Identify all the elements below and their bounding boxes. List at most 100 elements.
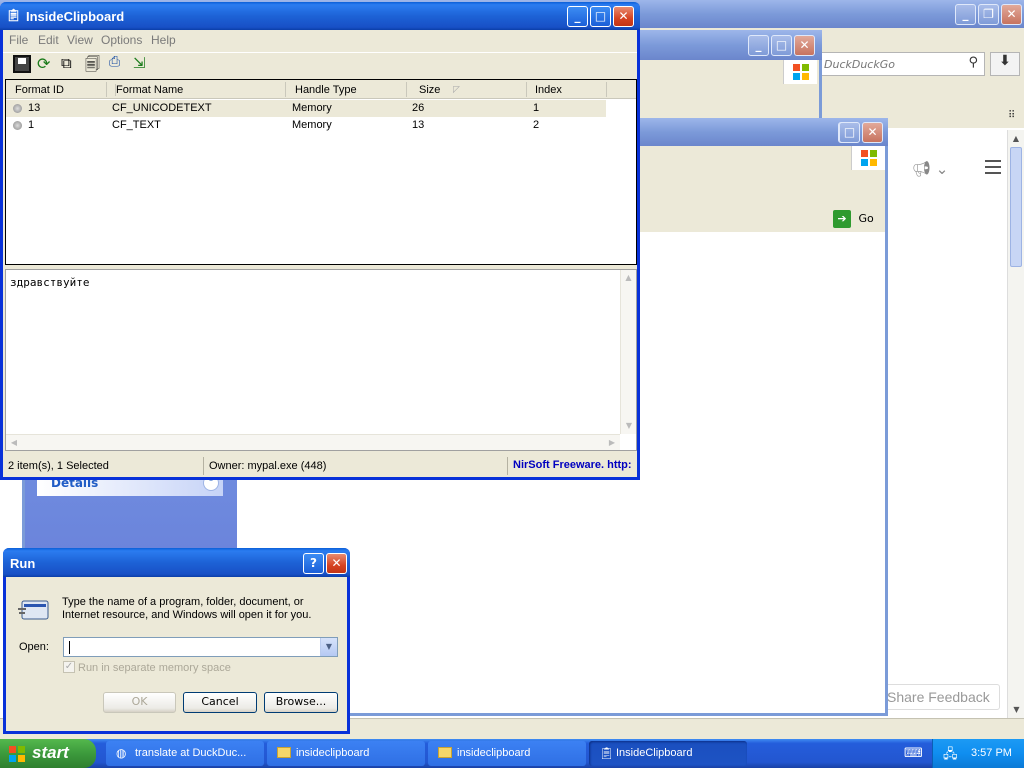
explorer-back-close-button[interactable]: ✕ — [794, 35, 815, 56]
status-bar: 2 item(s), 1 Selected Owner: mypal.exe (… — [3, 455, 637, 477]
explorer-mid-max-button[interactable]: □ — [839, 122, 860, 143]
share-feedback-button[interactable]: Share Feedback — [880, 684, 1000, 710]
column-size[interactable]: Size — [419, 84, 440, 96]
run-close-button[interactable]: ✕ — [326, 553, 347, 574]
open-dropdown-arrow-icon[interactable]: ▼ — [320, 638, 337, 656]
insideclipboard-titlebar: 📋︎ InsideClipboard — [0, 2, 640, 30]
header-divider — [406, 82, 407, 97]
column-handle-type[interactable]: Handle Type — [295, 84, 357, 96]
browse-button[interactable]: Browse... — [264, 692, 338, 713]
browse-label: Browse... — [275, 695, 327, 708]
hamburger-menu-icon[interactable] — [985, 160, 1001, 174]
scroll-down-arrow-icon[interactable]: ▼ — [621, 418, 637, 434]
cell-index: 1 — [533, 102, 540, 114]
start-button[interactable]: start — [0, 739, 96, 768]
clipboard-app-icon: 📋︎ — [599, 746, 615, 760]
search-icon[interactable]: ⚲ — [968, 55, 978, 70]
windows-flag-icon — [851, 146, 885, 170]
scroll-down-arrow-icon[interactable]: ▼ — [1008, 701, 1024, 718]
system-tray: 🖧 3:57 PM — [932, 739, 1024, 768]
go-arrow-icon: ➔ — [833, 210, 851, 228]
status-owner: Owner: mypal.exe (448) — [209, 460, 327, 472]
download-button[interactable]: ⬇ — [990, 52, 1020, 76]
megaphone-icon[interactable]: 📢︎ ⌄ — [912, 160, 948, 178]
windows-flag-icon — [8, 745, 26, 766]
run-description: Type the name of a program, folder, docu… — [62, 596, 312, 621]
share-feedback-label: Share Feedback — [887, 689, 990, 705]
browser-vertical-scrollbar[interactable]: ▲ ▼ — [1007, 130, 1024, 718]
taskbar-item[interactable]: insideclipboard — [267, 741, 425, 766]
cell-size: 13 — [412, 119, 425, 131]
column-format-id[interactable]: Format ID — [15, 84, 64, 96]
refresh-icon[interactable]: ⟳ — [37, 54, 50, 73]
menu-bar: File Edit View Options Help — [3, 30, 637, 50]
run-dialog: Run ? ✕ Type the name of a program, fold… — [3, 548, 350, 734]
explorer-mid-close-button[interactable]: ✕ — [862, 122, 883, 143]
scroll-thumb[interactable] — [1010, 147, 1022, 267]
network-icon[interactable]: 🖧 — [943, 745, 958, 767]
row-bullet-icon — [13, 104, 22, 113]
window-title: InsideClipboard — [26, 9, 125, 24]
browser-close-button[interactable]: ✕ — [1001, 4, 1022, 25]
table-row[interactable]: 1 CF_TEXT Memory 13 2 — [6, 117, 606, 134]
help-button[interactable]: ? — [303, 553, 324, 574]
explorer-back-minimize-button[interactable]: _ — [748, 35, 769, 56]
go-label: Go — [858, 212, 874, 225]
sort-indicator-icon: ◸ — [453, 84, 460, 94]
minimize-button[interactable]: _ — [567, 6, 588, 27]
taskbar-item-active[interactable]: 📋︎ InsideClipboard — [589, 741, 747, 766]
cell-format-id: 13 — [28, 102, 41, 114]
cell-handle-type: Memory — [292, 119, 332, 131]
browser-search-box[interactable]: DuckDuckGo ⚲ — [815, 52, 985, 76]
taskbar-item[interactable]: ◍ translate at DuckDuc... — [106, 741, 264, 766]
open-input[interactable]: ▼ — [63, 637, 338, 657]
column-index[interactable]: Index — [535, 84, 562, 96]
run-title: Run — [10, 556, 36, 571]
status-divider — [203, 457, 204, 475]
go-button[interactable]: ➔ Go — [833, 210, 883, 230]
nirsoft-link[interactable]: NirSoft Freeware. http: — [513, 459, 635, 471]
header-divider — [106, 82, 107, 97]
table-row[interactable]: 13 CF_UNICODETEXT Memory 26 1 — [6, 100, 606, 117]
maximize-button[interactable]: □ — [590, 6, 611, 27]
separate-memory-checkbox[interactable]: ✓ — [63, 661, 75, 673]
preview-vertical-scrollbar[interactable]: ▲ ▼ — [620, 270, 636, 434]
run-titlebar: Run — [3, 548, 350, 577]
windows-flag-icon — [783, 60, 817, 84]
menu-options[interactable]: Options — [101, 33, 142, 47]
browser-minimize-button[interactable]: _ — [955, 4, 976, 25]
overflow-grid-icon[interactable]: ⠿ — [1008, 110, 1015, 121]
row-bullet-icon — [13, 121, 22, 130]
explorer-back-maximize-button[interactable]: □ — [771, 35, 792, 56]
column-format-name[interactable]: Format Name — [115, 84, 183, 96]
scroll-right-arrow-icon[interactable]: ▶ — [604, 435, 620, 451]
html-report-icon[interactable]: ⎙ — [109, 54, 120, 70]
format-list[interactable]: Format ID Format Name Handle Type Size ◸… — [5, 79, 637, 265]
scroll-up-arrow-icon[interactable]: ▲ — [1008, 130, 1024, 147]
save-icon[interactable] — [13, 55, 31, 73]
browser-maximize-button[interactable]: ❐ — [978, 4, 999, 25]
text-cursor — [69, 641, 70, 654]
preview-horizontal-scrollbar[interactable]: ◀ ▶ — [6, 434, 620, 450]
exit-icon[interactable]: ⇲ — [133, 54, 146, 72]
cancel-button[interactable]: Cancel — [183, 692, 257, 713]
cell-format-name: CF_UNICODETEXT — [112, 102, 212, 114]
cell-format-id: 1 — [28, 119, 35, 131]
taskbar-item[interactable]: insideclipboard — [428, 741, 586, 766]
menu-file[interactable]: File — [9, 33, 28, 47]
search-placeholder: DuckDuckGo — [824, 58, 895, 71]
scroll-left-arrow-icon[interactable]: ◀ — [6, 435, 22, 451]
keyboard-icon[interactable]: ⌨ — [904, 746, 923, 761]
scroll-up-arrow-icon[interactable]: ▲ — [621, 270, 636, 286]
preview-pane[interactable]: здравствуйте ▲ ▼ ◀ ▶ — [5, 269, 637, 451]
properties-icon[interactable]: 🗐︎ — [85, 54, 100, 79]
menu-help[interactable]: Help — [151, 33, 176, 47]
copy-icon[interactable]: ⧉ — [61, 54, 72, 72]
cell-size: 26 — [412, 102, 425, 114]
menu-view[interactable]: View — [67, 33, 93, 47]
start-label: start — [32, 743, 69, 762]
menu-edit[interactable]: Edit — [38, 33, 59, 47]
close-button[interactable]: ✕ — [613, 6, 634, 27]
taskbar-item-label: insideclipboard — [296, 747, 370, 759]
ok-button[interactable]: OK — [103, 692, 176, 713]
